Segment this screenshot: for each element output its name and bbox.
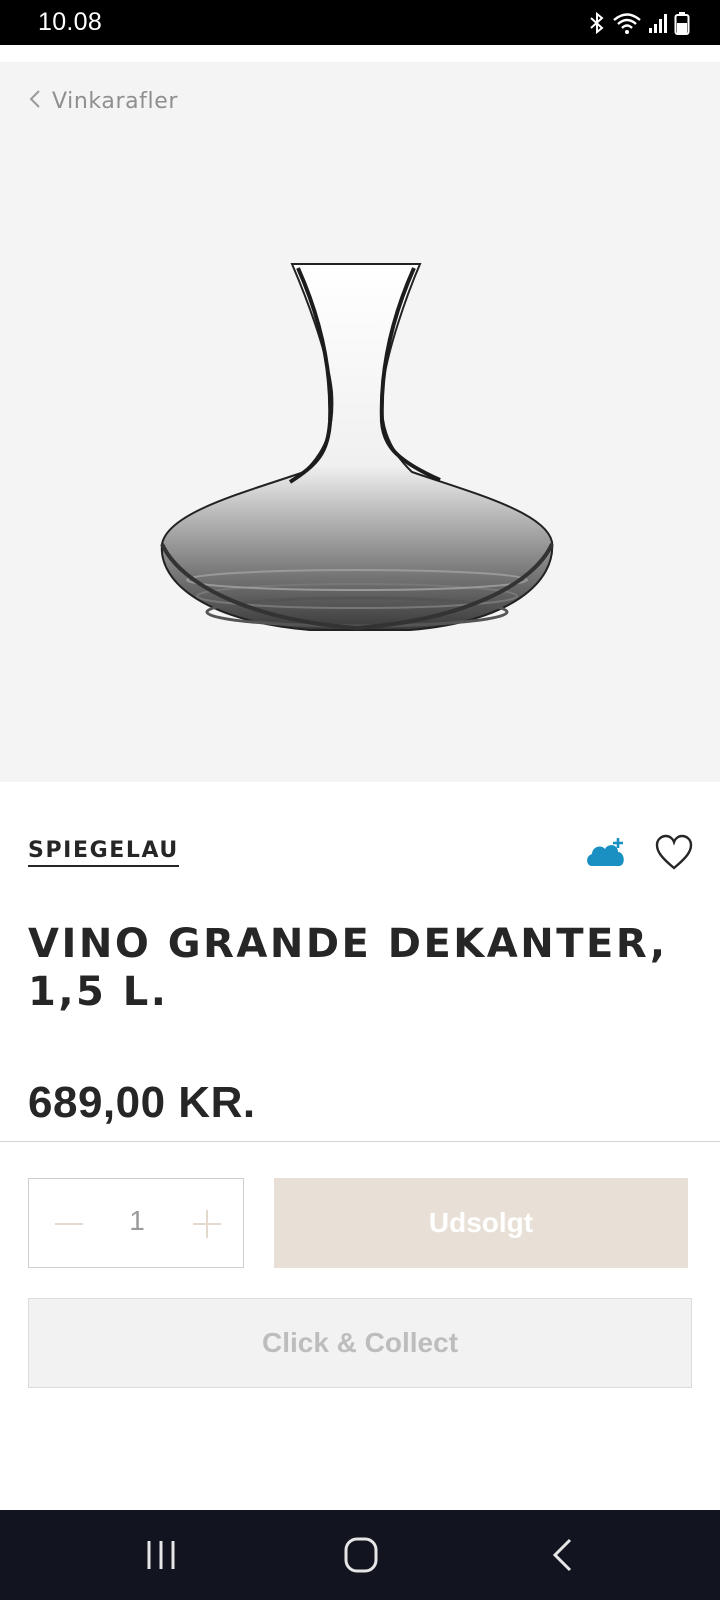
plus-icon[interactable] [187, 1204, 227, 1244]
back-icon[interactable] [538, 1532, 588, 1578]
minus-icon[interactable] [49, 1204, 89, 1244]
cloud-add-icon[interactable] [584, 836, 628, 870]
battery-icon [674, 11, 690, 35]
quantity-value: 1 [129, 1205, 145, 1236]
product-price: 689,00 KR. [28, 1078, 256, 1127]
breadcrumb-label: Vinkarafler [52, 89, 179, 114]
home-icon[interactable] [336, 1532, 386, 1578]
product-title: VINO GRANDE DEKANTER, 1,5 L. [28, 921, 668, 1015]
status-icons [588, 10, 690, 36]
status-bar: 10.08 [0, 0, 720, 45]
divider [0, 1141, 720, 1142]
soldout-button[interactable]: Udsolgt [274, 1178, 688, 1268]
breadcrumb[interactable]: Vinkarafler [28, 88, 178, 115]
heart-icon[interactable] [654, 834, 694, 872]
wifi-icon [612, 11, 642, 35]
decanter-image [160, 263, 554, 631]
quantity-stepper[interactable]: 1 [28, 1178, 244, 1268]
bluetooth-icon [588, 11, 606, 35]
product-image-area: Vinkarafler [0, 62, 720, 782]
recent-apps-icon[interactable] [136, 1532, 186, 1578]
brand-link[interactable]: SPIEGELAU [28, 838, 179, 867]
chevron-left-icon [28, 88, 42, 115]
click-collect-button[interactable]: Click & Collect [28, 1298, 692, 1388]
signal-icon [648, 11, 668, 35]
status-time: 10.08 [38, 8, 103, 36]
navigation-bar [0, 1510, 720, 1600]
